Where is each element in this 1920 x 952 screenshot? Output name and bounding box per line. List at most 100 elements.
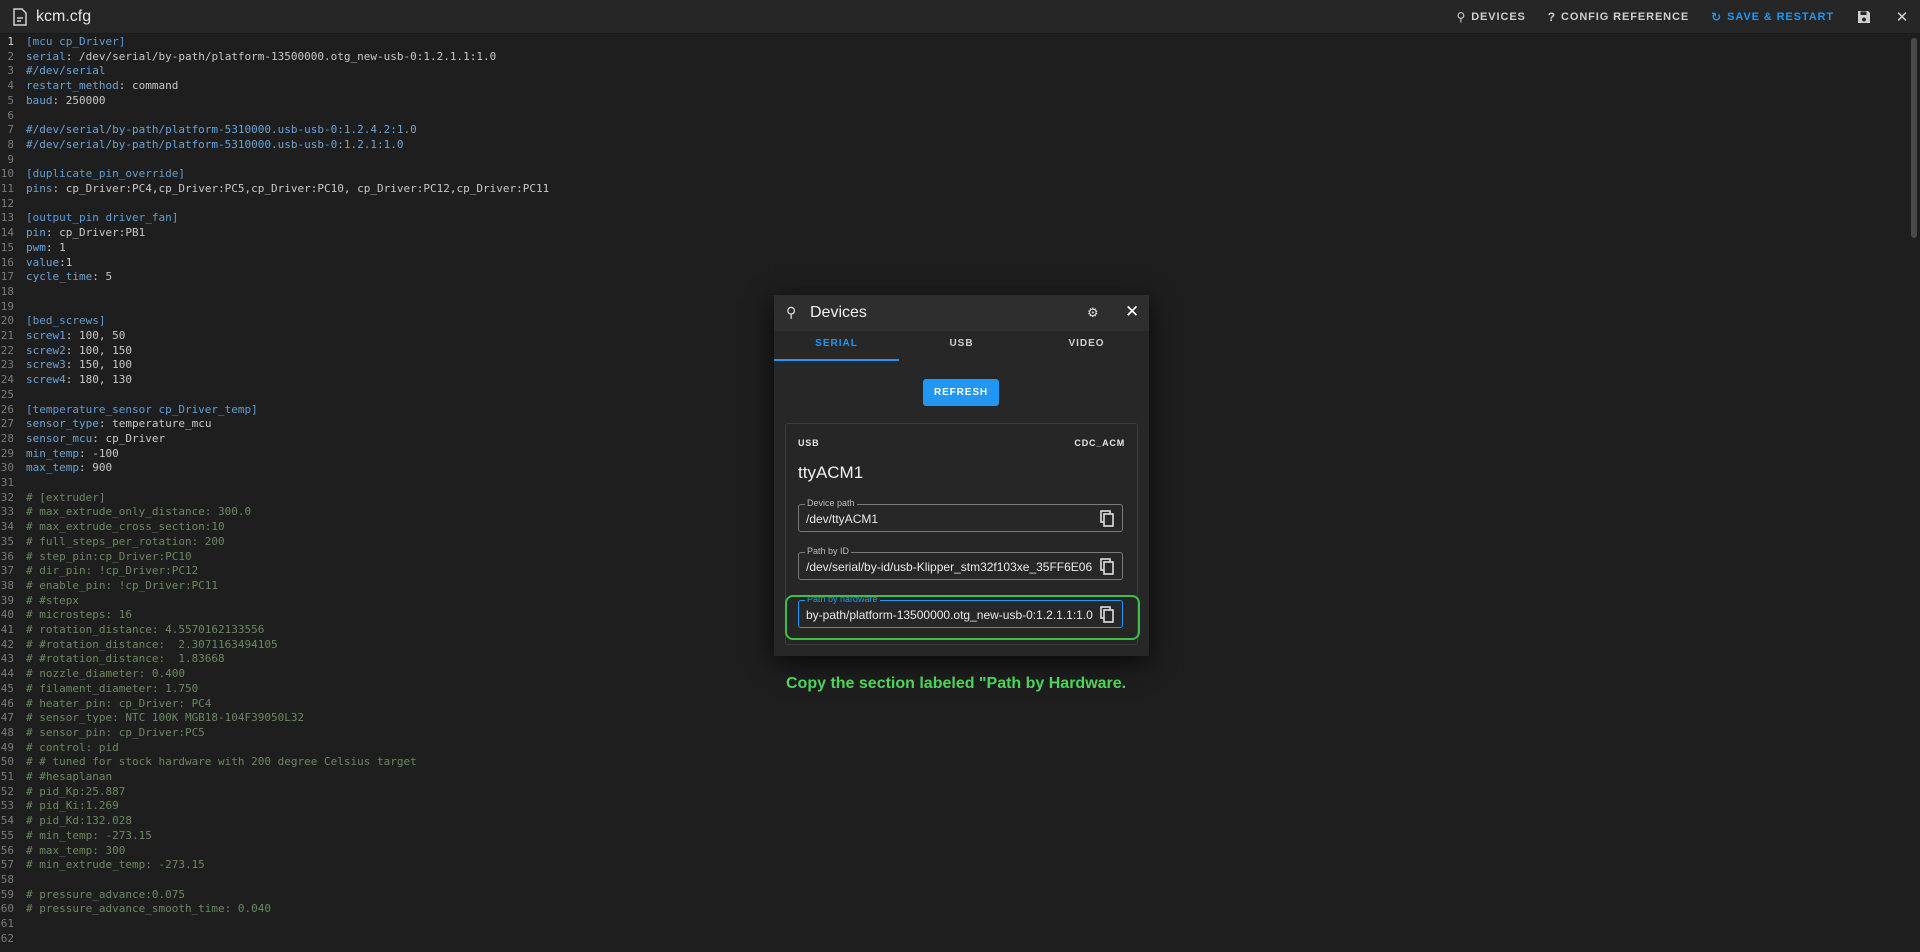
- code-line[interactable]: 16 value:1: [0, 256, 73, 271]
- tab-usb[interactable]: USB: [899, 331, 1024, 361]
- code-line[interactable]: 26 [temperature_sensor cp_Driver_temp]: [0, 403, 258, 418]
- code-line[interactable]: 50 # # tuned for stock hardware with 200 …: [0, 755, 417, 770]
- code-line[interactable]: 6: [0, 109, 26, 124]
- code-line[interactable]: 3 #/dev/serial: [0, 64, 105, 79]
- code-line[interactable]: 19: [0, 300, 26, 315]
- code-line[interactable]: 62: [0, 932, 26, 947]
- config-reference-label: CONFIG REFERENCE: [1561, 11, 1690, 23]
- code-line[interactable]: 2 serial: /dev/serial/by-path/platform-13…: [0, 50, 496, 65]
- code-line[interactable]: 39 # #stepx: [0, 594, 79, 609]
- refresh-button[interactable]: REFRESH: [923, 379, 999, 406]
- code-line[interactable]: 36 # step_pin:cp_Driver:PC10: [0, 550, 192, 565]
- code-line[interactable]: 22 screw2: 100, 150: [0, 344, 132, 359]
- path-by-hardware-value[interactable]: by-path/platform-13500000.otg_new-usb-0:…: [806, 608, 1096, 622]
- code-line[interactable]: 24 screw4: 180, 130: [0, 373, 132, 388]
- code-token: # #stepx: [26, 593, 79, 607]
- tab-video[interactable]: VIDEO: [1024, 331, 1149, 361]
- line-number: 42: [0, 637, 14, 651]
- device-path-field[interactable]: Device path /dev/ttyACM1: [798, 498, 1123, 532]
- code-line[interactable]: 47 # sensor_type: NTC 100K MGB18-104F3905…: [0, 711, 304, 726]
- code-line[interactable]: 8 #/dev/serial/by-path/platform-5310000.u…: [0, 138, 403, 153]
- code-line[interactable]: 61: [0, 917, 26, 932]
- code-line[interactable]: 5 baud: 250000: [0, 94, 105, 109]
- close-icon[interactable]: ✕: [1125, 302, 1139, 322]
- config-reference-button[interactable]: ? CONFIG REFERENCE: [1548, 10, 1689, 24]
- path-by-hardware-field[interactable]: Path by hardware by-path/platform-135000…: [798, 594, 1123, 628]
- gear-icon[interactable]: ⚙: [1087, 305, 1099, 321]
- code-line[interactable]: 49 # control: pid: [0, 741, 119, 756]
- line-number: 23: [0, 358, 14, 372]
- line-number: 41: [0, 623, 14, 636]
- code-line[interactable]: 10 [duplicate_pin_override]: [0, 167, 185, 182]
- line-code: # pid_Kp:25.887: [26, 785, 125, 800]
- code-line[interactable]: 15 pwm: 1: [0, 241, 66, 256]
- code-line[interactable]: 51 # #hesaplanan: [0, 770, 112, 785]
- code-line[interactable]: 37 # dir_pin: !cp_Driver:PC12: [0, 564, 198, 579]
- code-line[interactable]: 13 [output_pin driver_fan]: [0, 211, 179, 226]
- code-line[interactable]: 29 min_temp: -100: [0, 447, 119, 462]
- device-path-value[interactable]: /dev/ttyACM1: [806, 512, 1096, 526]
- line-code: # #rotation_distance: 2.3071163494105: [26, 638, 278, 653]
- code-line[interactable]: 30 max_temp: 900: [0, 461, 112, 476]
- code-line[interactable]: 32 # [extruder]: [0, 490, 106, 506]
- code-line[interactable]: 59 # pressure_advance:0.075: [0, 888, 185, 903]
- line-number: 40: [0, 608, 14, 622]
- line-number: 32: [0, 490, 14, 504]
- code-line[interactable]: 34 # max_extrude_cross_section:10: [0, 520, 225, 535]
- copy-icon[interactable]: [1100, 510, 1114, 527]
- code-line[interactable]: 20 [bed_screws]: [0, 314, 106, 329]
- code-line[interactable]: 18: [0, 285, 26, 300]
- code-line[interactable]: 28 sensor_mcu: cp_Driver: [0, 432, 165, 447]
- code-line[interactable]: 7 #/dev/serial/by-path/platform-5310000.u…: [0, 123, 416, 138]
- code-line[interactable]: 12: [0, 197, 26, 212]
- code-line[interactable]: 54 # pid_Kd:132.028: [0, 814, 132, 829]
- code-line[interactable]: 55 # min_temp: -273.15: [0, 829, 152, 844]
- line-number: 51: [0, 770, 14, 783]
- code-line[interactable]: 41 # rotation_distance: 4.5570162133556: [0, 623, 265, 638]
- scrollbar-thumb[interactable]: [1911, 38, 1917, 238]
- code-line[interactable]: 27 sensor_type: temperature_mcu: [0, 417, 212, 432]
- code-line[interactable]: 31: [0, 476, 26, 491]
- code-line[interactable]: 60 # pressure_advance_smooth_time: 0.040: [0, 902, 271, 917]
- code-line[interactable]: 11 pins: cp_Driver:PC4,cp_Driver:PC5,cp_D…: [0, 182, 549, 197]
- code-line[interactable]: 48 # sensor_pin: cp_Driver:PC5: [0, 726, 205, 741]
- close-button[interactable]: ✕: [1894, 9, 1910, 26]
- code-line[interactable]: 43 # #rotation_distance: 1.83668: [0, 652, 225, 667]
- copy-icon[interactable]: [1100, 606, 1114, 623]
- save-button[interactable]: [1856, 9, 1872, 25]
- code-line[interactable]: 17 cycle_time: 5: [0, 270, 112, 285]
- path-by-id-field[interactable]: Path by ID /dev/serial/by-id/usb-Klipper…: [798, 546, 1123, 580]
- tab-serial[interactable]: SERIAL: [774, 331, 899, 361]
- line-number: 52: [0, 784, 14, 798]
- code-line[interactable]: 38 # enable_pin: !cp_Driver:PC11: [0, 579, 218, 594]
- save-restart-button[interactable]: ↻ SAVE & RESTART: [1711, 10, 1834, 24]
- code-line[interactable]: 35 # full_steps_per_rotation: 200: [0, 535, 225, 550]
- code-line[interactable]: 25: [0, 388, 26, 403]
- line-code: # enable_pin: !cp_Driver:PC11: [26, 579, 218, 594]
- code-token: # #rotation_distance: 1.83668: [26, 652, 225, 666]
- line-number: 33: [0, 505, 14, 519]
- path-by-id-value[interactable]: /dev/serial/by-id/usb-Klipper_stm32f103x…: [806, 560, 1096, 574]
- code-line[interactable]: 1 [mcu cp_Driver]: [0, 35, 125, 50]
- code-line[interactable]: 46 # heater_pin: cp_Driver: PC4: [0, 697, 212, 712]
- code-line[interactable]: 40 # microsteps: 16: [0, 608, 132, 623]
- code-line[interactable]: 57 # min_extrude_temp: -273.15: [0, 858, 205, 873]
- devices-button[interactable]: ⚲ DEVICES: [1457, 10, 1526, 24]
- code-line[interactable]: 9: [0, 153, 26, 168]
- code-line[interactable]: 58: [0, 873, 26, 888]
- code-line[interactable]: 42 # #rotation_distance: 2.3071163494105: [0, 638, 278, 653]
- save-restart-label: SAVE & RESTART: [1727, 11, 1834, 23]
- code-line[interactable]: 56 # max_temp: 300: [0, 844, 126, 859]
- code-line[interactable]: 52 # pid_Kp:25.887: [0, 784, 126, 800]
- code-line[interactable]: 14 pin: cp_Driver:PB1: [0, 226, 145, 241]
- copy-icon[interactable]: [1100, 558, 1114, 575]
- code-line[interactable]: 21 screw1: 100, 50: [0, 329, 126, 344]
- code-line[interactable]: 4 restart_method: command: [0, 79, 178, 94]
- editor-scrollbar[interactable]: [1908, 34, 1920, 952]
- code-line[interactable]: 33 # max_extrude_only_distance: 300.0: [0, 505, 251, 520]
- code-line[interactable]: 45 # filament_diameter: 1.750: [0, 682, 198, 697]
- code-line[interactable]: 23 screw3: 150, 100: [0, 358, 132, 373]
- code-line[interactable]: 44 # nozzle_diameter: 0.400: [0, 667, 185, 682]
- code-line[interactable]: 53 # pid_Ki:1.269: [0, 799, 119, 814]
- line-code: # min_temp: -273.15: [26, 829, 152, 844]
